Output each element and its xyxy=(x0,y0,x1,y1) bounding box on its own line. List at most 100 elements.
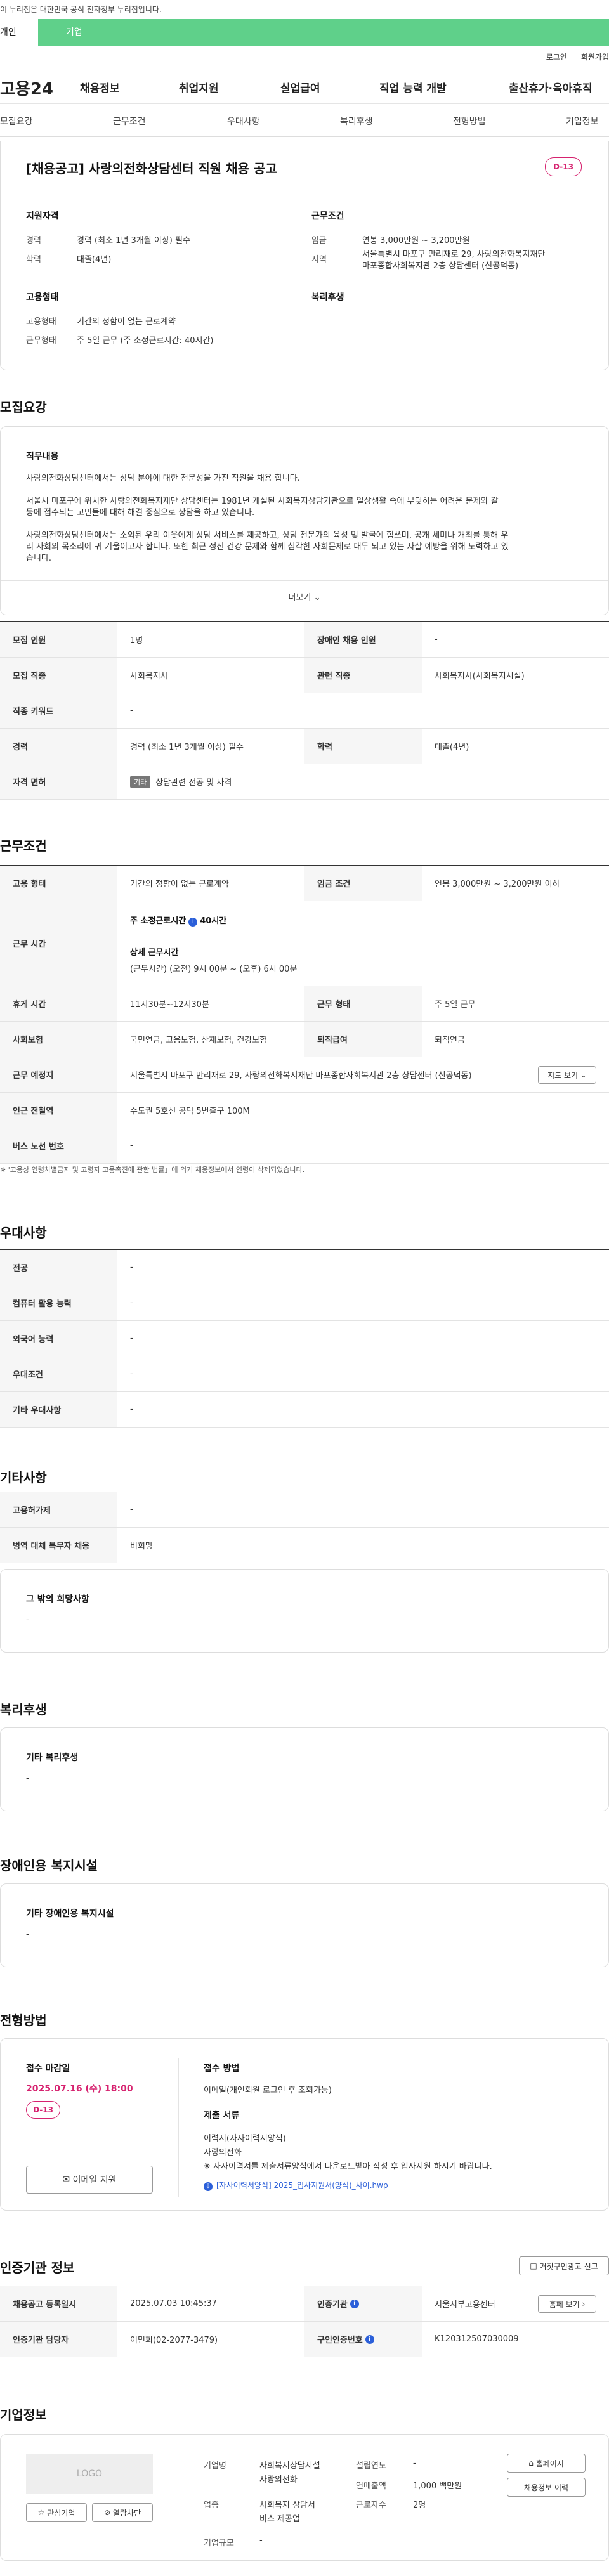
table-cell: 1명 xyxy=(130,636,143,646)
home-icon: ⌂ xyxy=(528,2459,534,2468)
employees-label: 근로자수 xyxy=(356,2501,386,2510)
table-header: 근무 형태 xyxy=(304,986,422,1021)
gnb-item-leave[interactable]: 출산휴가·육아휴직 xyxy=(509,79,593,95)
table-row: 사회보험 국민연금, 고용보험, 산재보험, 건강보험 퇴직급여 퇴직연금 xyxy=(0,1022,609,1057)
disability-heading: 장애인용 복지시설 xyxy=(0,1858,98,1873)
worktype-label: 근무형태 xyxy=(26,336,56,346)
weekly-hours-value: 40시간 xyxy=(200,916,227,926)
industry-value-2: 비스 제공업 xyxy=(259,2514,300,2524)
table-cell: 경력 (최소 1년 3개월 이상) 필수 xyxy=(130,743,244,752)
etc-table: 고용허가제 - 병역 대체 복무자 채용 비희망 xyxy=(0,1492,609,1563)
job-title: [채용공고] 사랑의전화상담센터 직원 채용 공고 xyxy=(26,161,277,176)
block-view-button[interactable]: ⊘ 열람차단 xyxy=(92,2503,153,2522)
login-link[interactable]: 로그인 xyxy=(546,51,567,62)
founded-label: 설립연도 xyxy=(356,2461,386,2471)
etc-wish-card: 그 밖의 희망사항 - xyxy=(0,1569,609,1653)
region-label: 지역 xyxy=(311,255,327,264)
education-label: 학력 xyxy=(26,255,41,264)
table-row: 고용 형태 기간의 정함이 없는 근로계약 임금 조건 연봉 3,000만원 ~ 3… xyxy=(0,866,609,901)
gov-notice-bar: 이 누리집은 대한민국 공식 전자정부 누리집입니다. xyxy=(0,0,609,19)
table-cell: K120312507030009 xyxy=(435,2334,519,2344)
table-cell: 기간의 정함이 없는 근로계약 xyxy=(130,880,229,889)
info-icon[interactable]: i xyxy=(365,2334,374,2344)
apply-heading: 전형방법 xyxy=(0,2013,47,2028)
map-button[interactable]: 지도 보기 ⌄ xyxy=(538,1066,596,1084)
docs-value-2: 사랑의전화 xyxy=(204,2148,242,2157)
attachment-link[interactable]: ⇩ [자사이력서양식] 2025_입사지원서(양식)_사이.hwp xyxy=(204,2180,388,2191)
job-history-label: 채용정보 이력 xyxy=(523,2483,569,2492)
condition-section-heading: 근무조건 xyxy=(0,838,47,854)
duty-heading: 직무내용 xyxy=(26,452,59,462)
employment-heading: 고용형태 xyxy=(26,292,59,302)
welfare-card-heading: 기타 복리후생 xyxy=(26,1753,79,1763)
wish-heading: 그 밖의 희망사항 xyxy=(26,1594,89,1604)
anchor-recruit[interactable]: 모집요강 xyxy=(0,115,33,127)
section-anchor-nav: 모집요강 근무조건 우대사항 복리후생 전형방법 기업정보 xyxy=(0,104,609,137)
region-value-2: 마포종합사회복지관 2층 상담센터 (신공덕동) xyxy=(362,261,519,271)
homepage-button[interactable]: ⌂ 홈페이지 xyxy=(507,2454,586,2473)
table-cell: 서울특별시 마포구 만리재로 29, 사랑의전화복지재단 마포종합사회복지관 2… xyxy=(130,1071,472,1081)
table-cell: 기타 상담관련 전공 및 자격 xyxy=(117,764,609,799)
info-icon[interactable]: i xyxy=(188,918,198,927)
anchor-preference[interactable]: 우대사항 xyxy=(227,115,260,127)
company-name-value-1: 사회복지상담시설 xyxy=(259,2461,320,2471)
email-apply-button[interactable]: ✉ 이메일 지원 xyxy=(26,2166,153,2194)
anchor-apply[interactable]: 전형방법 xyxy=(453,115,486,127)
cert-table: 채용공고 등록일시 2025.07.03 10:45:37 인증기관 i 서울서부고용… xyxy=(0,2286,609,2357)
table-header: 컴퓨터 활용 능력 xyxy=(0,1285,117,1320)
anchor-company[interactable]: 기업정보 xyxy=(566,115,599,127)
license-value: 상담관련 전공 및 자격 xyxy=(155,778,232,788)
table-row: 병역 대체 복무자 채용 비희망 xyxy=(0,1528,609,1563)
table-header: 기타 우대사항 xyxy=(0,1392,117,1427)
sales-value: 1,000 백만원 xyxy=(413,2482,462,2491)
homepage-view-button[interactable]: 홈페 보기 › xyxy=(538,2295,596,2313)
signup-link[interactable]: 회원가입 xyxy=(581,51,609,62)
report-label: 거짓구인광고 신고 xyxy=(539,2261,598,2271)
worktype-value: 주 5일 근무 (주 소정근로시간: 40시간) xyxy=(77,336,214,346)
career-value: 경력 (최소 1년 3개월 이상) 필수 xyxy=(77,236,190,245)
table-header: 고용허가제 xyxy=(0,1492,117,1527)
more-button[interactable]: 더보기 ⌄ xyxy=(1,580,608,615)
condition-heading: 근무조건 xyxy=(311,211,344,221)
table-header: 직종 키워드 xyxy=(0,693,117,728)
tab-individual[interactable]: 개인 xyxy=(0,19,38,46)
sales-label: 연매출액 xyxy=(356,2482,386,2491)
gnb-item-support[interactable]: 취업지원 xyxy=(179,79,219,95)
emptype-label: 고용형태 xyxy=(26,317,56,327)
duty-paragraph-3a: 사랑의전화상담센터에서는 소외된 우리 이웃에게 상담 서비스를 제공하고, 상… xyxy=(26,531,509,540)
duty-paragraph-3c: 습니다. xyxy=(26,554,52,563)
weekly-hours-label: 주 소정근로시간 xyxy=(130,916,187,926)
tab-company[interactable]: 기업 xyxy=(38,19,609,46)
gnb-item-benefit[interactable]: 실업급여 xyxy=(280,79,320,95)
table-header: 모집 인원 xyxy=(0,622,117,657)
company-name-value-2: 사랑의전화 xyxy=(259,2475,298,2485)
gnb-item-jobs[interactable]: 채용정보 xyxy=(80,79,120,95)
job-history-button[interactable]: 채용정보 이력 xyxy=(507,2478,586,2497)
table-cell: - xyxy=(130,706,133,715)
utility-links: 로그인 회원가입 xyxy=(0,46,609,67)
anchor-condition[interactable]: 근무조건 xyxy=(113,115,146,127)
table-cell: - xyxy=(130,1505,133,1514)
info-icon[interactable]: i xyxy=(350,2299,359,2308)
map-button-label: 지도 보기 xyxy=(547,1070,579,1080)
report-button[interactable]: □ 거짓구인광고 신고 xyxy=(519,2256,609,2275)
gnb-item-training[interactable]: 직업 능력 개발 xyxy=(379,79,447,95)
table-header: 경력 xyxy=(0,729,117,764)
duty-paragraph-2a: 서울시 마포구에 위치한 사랑의전화복지재단 상담센터는 1981년 개설된 사… xyxy=(26,497,499,506)
table-row: 경력 경력 (최소 1년 3개월 이상) 필수 학력 대졸(4년) xyxy=(0,729,609,764)
education-value: 대졸(4년) xyxy=(77,255,112,264)
disability-card-heading: 기타 장애인용 복지시설 xyxy=(26,1909,114,1919)
table-header: 구인인증번호 i xyxy=(304,2322,422,2357)
method-heading: 접수 방법 xyxy=(204,2064,240,2074)
table-cell: - xyxy=(435,635,438,644)
block-icon: ⊘ xyxy=(103,2508,111,2517)
divider xyxy=(178,2058,179,2197)
employees-value: 2명 xyxy=(413,2501,426,2510)
anchor-welfare[interactable]: 복리후생 xyxy=(340,115,373,127)
table-row: 인근 전철역 수도권 5호선 공덕 5번출구 100M xyxy=(0,1093,609,1128)
table-cell: 수도권 5호선 공덕 5번출구 100M xyxy=(130,1107,250,1116)
favorite-company-button[interactable]: ☆ 관심기업 xyxy=(26,2503,87,2522)
org-header-label: 인증기관 xyxy=(317,2300,348,2310)
table-cell: - xyxy=(130,1263,133,1272)
site-logo[interactable]: 고용24 xyxy=(0,76,76,100)
